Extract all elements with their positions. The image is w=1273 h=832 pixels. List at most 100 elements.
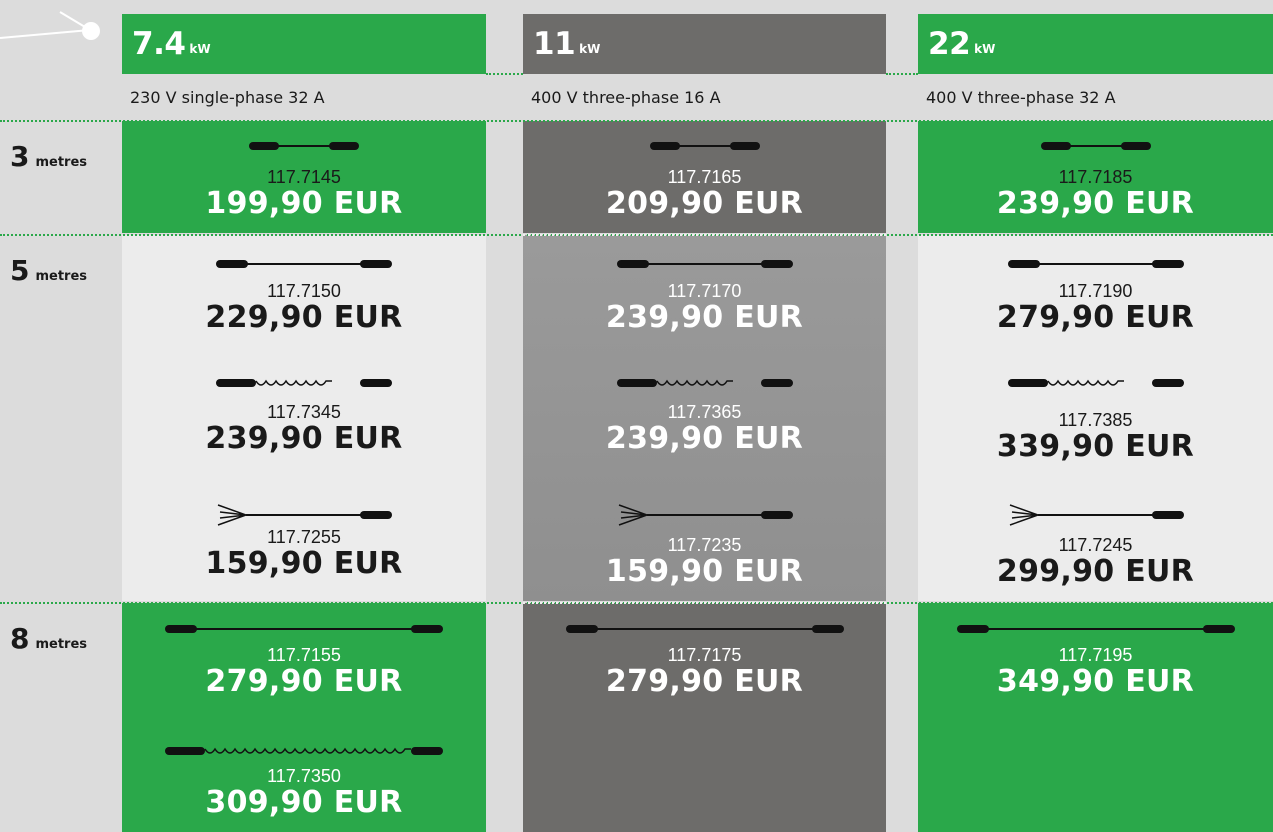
straight-cable-icon <box>565 625 844 633</box>
product-code: 117.7255 <box>267 527 341 547</box>
product-info: 117.7345 239,90 EUR <box>122 402 486 456</box>
product-cell[interactable] <box>122 623 486 635</box>
product-price: 349,90 EUR <box>996 664 1195 699</box>
straight-cable-icon <box>649 142 760 150</box>
product-cell[interactable] <box>918 623 1273 635</box>
product-code: 117.7190 <box>1058 281 1133 301</box>
power-unit: kW <box>189 42 211 56</box>
product-price: 239,90 EUR <box>605 421 804 456</box>
product-info: 117.7175 279,90 EUR <box>523 645 886 699</box>
straight-cable-icon <box>1007 260 1184 268</box>
product-cell[interactable] <box>122 744 486 758</box>
product-code: 117.7155 <box>267 645 341 665</box>
length-value: 5 <box>10 254 30 287</box>
product-price: 229,90 EUR <box>205 300 403 335</box>
band-8m <box>918 603 1273 832</box>
product-price: 159,90 EUR <box>605 554 804 589</box>
product-code: 117.7235 <box>667 535 742 555</box>
product-info: 117.7235 159,90 EUR <box>523 535 886 589</box>
product-code: 117.7170 <box>667 281 742 301</box>
coiled-cable-icon <box>616 379 793 387</box>
voltage-label: 230 V single-phase 32 A <box>130 88 325 107</box>
coiled-cable-icon <box>165 747 443 755</box>
product-cell[interactable] <box>523 376 886 390</box>
product-cell[interactable] <box>918 258 1273 270</box>
product-price: 339,90 EUR <box>996 429 1195 464</box>
product-info: 117.7170 239,90 EUR <box>523 281 886 335</box>
product-code: 117.7365 <box>667 402 742 422</box>
row-label-8m: 8 metres <box>10 622 87 655</box>
product-info: 117.7150 229,90 EUR <box>122 281 486 335</box>
row-label-5m: 5 metres <box>10 254 87 287</box>
connector-line-icon <box>0 11 100 40</box>
product-code: 117.7195 <box>1058 645 1133 665</box>
voltage-label: 400 V three-phase 32 A <box>926 88 1116 107</box>
product-code: 117.7150 <box>267 281 341 301</box>
product-code: 117.7345 <box>267 402 341 422</box>
product-code: 117.7175 <box>667 645 742 665</box>
product-info: 117.7365 239,90 EUR <box>523 402 886 456</box>
power-unit: kW <box>974 42 996 56</box>
coiled-cable-icon <box>1007 379 1184 387</box>
length-value: 8 <box>10 622 30 655</box>
length-unit: metres <box>35 269 88 284</box>
product-cell[interactable] <box>918 376 1273 390</box>
product-code: 117.7185 <box>1058 167 1133 187</box>
product-info: 117.7155 279,90 EUR <box>122 645 486 699</box>
column-header: 7.4 kW <box>122 14 486 74</box>
power-value: 11 <box>533 26 576 62</box>
open-end-cable-icon <box>618 504 793 526</box>
length-unit: metres <box>35 155 88 170</box>
product-cell[interactable] <box>122 258 486 270</box>
product-cell[interactable] <box>122 376 486 390</box>
voltage-label: 400 V three-phase 16 A <box>531 88 721 107</box>
product-cell[interactable] <box>918 140 1273 152</box>
power-unit: kW <box>579 42 601 56</box>
band-8m <box>523 603 886 832</box>
straight-cable-icon <box>616 260 793 268</box>
product-code: 117.7145 <box>267 167 341 187</box>
product-code: 117.7385 <box>1058 410 1133 430</box>
straight-cable-icon <box>1040 142 1151 150</box>
straight-cable-icon <box>249 142 359 150</box>
product-cell[interactable] <box>523 258 886 270</box>
product-price: 279,90 EUR <box>205 664 403 699</box>
product-price: 299,90 EUR <box>996 554 1195 589</box>
open-end-cable-icon <box>1009 504 1184 526</box>
length-value: 3 <box>10 140 30 173</box>
product-info: 117.7385 339,90 EUR <box>918 410 1273 464</box>
row-divider <box>0 120 1273 122</box>
product-info: 117.7350 309,90 EUR <box>122 766 486 820</box>
product-info: 117.7195 349,90 EUR <box>918 645 1273 699</box>
product-cell[interactable] <box>523 140 886 152</box>
product-info: 117.7145 199,90 EUR <box>122 167 486 221</box>
product-cell[interactable] <box>523 503 886 527</box>
column-header: 11 kW <box>523 14 886 74</box>
product-cell[interactable] <box>523 623 886 635</box>
open-end-cable-icon <box>217 504 392 526</box>
product-price: 239,90 EUR <box>996 186 1195 221</box>
product-code: 117.7165 <box>667 167 742 187</box>
divider <box>886 73 918 75</box>
product-info: 117.7165 209,90 EUR <box>523 167 886 221</box>
product-cell[interactable] <box>122 140 486 152</box>
product-info: 117.7245 299,90 EUR <box>918 535 1273 589</box>
divider <box>486 73 523 75</box>
product-cell[interactable] <box>918 503 1273 527</box>
power-value: 22 <box>928 26 971 62</box>
power-value: 7.4 <box>132 26 186 62</box>
product-price: 159,90 EUR <box>205 546 403 581</box>
product-info: 117.7255 159,90 EUR <box>122 527 486 581</box>
length-unit: metres <box>35 637 88 652</box>
product-price: 309,90 EUR <box>205 785 403 820</box>
product-price: 199,90 EUR <box>205 186 403 221</box>
straight-cable-icon <box>956 625 1235 633</box>
row-divider <box>523 234 886 236</box>
straight-cable-icon <box>216 260 392 268</box>
product-code: 117.7245 <box>1058 535 1133 555</box>
product-cell[interactable] <box>122 503 486 527</box>
row-label-3m: 3 metres <box>10 140 87 173</box>
price-table: 7.4 kW 11 kW 22 kW 230 V single-phase 32… <box>0 0 1273 832</box>
row-divider <box>523 602 886 604</box>
product-price: 209,90 EUR <box>605 186 804 221</box>
